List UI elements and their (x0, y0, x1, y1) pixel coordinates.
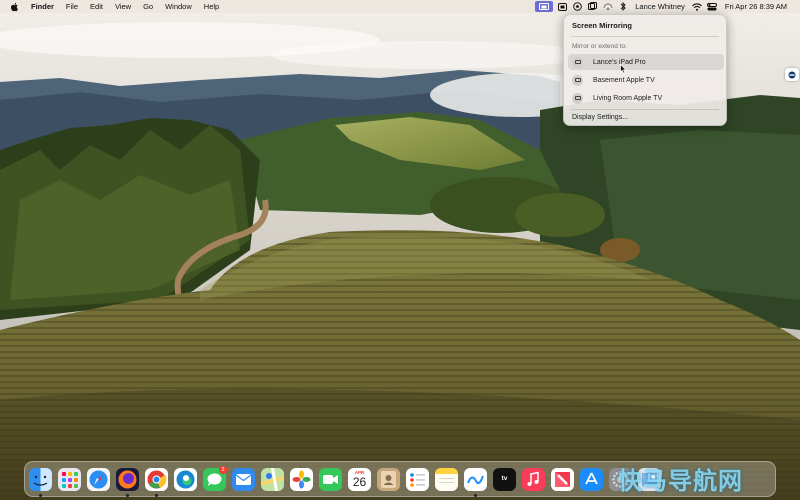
dock-edge[interactable] (174, 468, 197, 491)
messages-badge: 2 (219, 466, 227, 474)
notes-icon (435, 468, 458, 491)
device-label: Basement Apple TV (593, 76, 655, 84)
display-icon (572, 56, 583, 68)
menu-clock[interactable]: Fri Apr 26 8:39 AM (720, 0, 792, 13)
dock-tv[interactable]: tv (493, 468, 516, 491)
screen-mirroring-icon[interactable] (535, 1, 554, 12)
reminders-icon (406, 468, 429, 491)
running-indicator (155, 494, 158, 497)
device-label: Living Room Apple TV (593, 94, 663, 102)
menu-bar: Finder File Edit View Go Window Help Lan… (0, 0, 800, 13)
menu-view[interactable]: View (109, 0, 137, 13)
dock-music[interactable] (522, 468, 545, 491)
side-widget[interactable] (785, 68, 799, 81)
screen-mirroring-panel: Screen Mirroring Mirror or extend to: La… (563, 14, 727, 126)
panel-title: Screen Mirroring (572, 21, 633, 30)
dock-freeform[interactable] (464, 468, 487, 491)
firefox-icon (116, 468, 139, 491)
wifi-icon[interactable] (690, 0, 705, 13)
dock-app-store[interactable] (580, 468, 603, 491)
music-icon (522, 468, 545, 491)
tv-label: tv (501, 475, 508, 482)
watermark: 快马导航网 (618, 467, 743, 495)
dock-news[interactable] (551, 468, 574, 491)
dock-chrome[interactable] (145, 468, 168, 491)
dock-finder[interactable] (29, 468, 52, 491)
dock-maps[interactable] (261, 468, 284, 491)
appletv-icon (572, 92, 583, 104)
facetime-icon (319, 468, 342, 491)
display-settings-link[interactable]: Display Settings... (572, 114, 628, 121)
menu-edit[interactable]: Edit (84, 0, 109, 13)
running-indicator (126, 494, 129, 497)
dock-notes[interactable] (435, 468, 458, 491)
launchpad-icon (58, 468, 81, 491)
panel-divider (571, 36, 719, 37)
menu-file[interactable]: File (60, 0, 84, 13)
menu-go[interactable]: Go (137, 0, 159, 13)
freeform-icon (464, 468, 487, 491)
airplay-icon[interactable] (600, 0, 615, 13)
widget-icon (788, 71, 796, 78)
appletv-icon (572, 74, 583, 86)
calendar-day: 26 (352, 475, 367, 489)
running-indicator (39, 494, 42, 497)
dock-safari[interactable] (87, 468, 110, 491)
app-store-icon (580, 468, 603, 491)
edge-icon (174, 468, 197, 491)
device-basement-apple-tv[interactable]: Basement Apple TV (568, 72, 724, 88)
control-center-icon[interactable] (705, 0, 720, 13)
safari-icon (87, 468, 110, 491)
dock-facetime[interactable] (319, 468, 342, 491)
bluetooth-icon[interactable] (615, 0, 630, 13)
menu-help[interactable]: Help (198, 0, 225, 13)
maps-icon (261, 468, 284, 491)
chrome-icon (145, 468, 168, 491)
clipboard-icon[interactable] (585, 0, 600, 13)
photos-icon (290, 468, 313, 491)
dock-firefox[interactable] (116, 468, 139, 491)
section-label: Mirror or extend to: (572, 43, 627, 50)
device-ipad-pro[interactable]: Lance's iPad Pro (568, 54, 724, 70)
user-name[interactable]: Lance Whitney (630, 0, 690, 13)
dock-launchpad[interactable] (58, 468, 81, 491)
menu-app-name[interactable]: Finder (25, 0, 60, 13)
dock-calendar[interactable]: APR 26 (348, 468, 371, 491)
menu-window[interactable]: Window (159, 0, 198, 13)
dock-mail[interactable] (232, 468, 255, 491)
news-icon (551, 468, 574, 491)
keyboard-icon[interactable] (555, 0, 570, 13)
dock-photos[interactable] (290, 468, 313, 491)
finder-icon (29, 468, 52, 491)
vpn-icon[interactable] (570, 0, 585, 13)
contacts-icon (377, 468, 400, 491)
apple-menu-icon[interactable] (10, 2, 19, 12)
mail-icon (232, 468, 255, 491)
dock-contacts[interactable] (377, 468, 400, 491)
device-living-room-apple-tv[interactable]: Living Room Apple TV (568, 90, 724, 106)
mouse-pointer-icon (620, 64, 627, 74)
panel-divider (571, 109, 719, 110)
running-indicator (474, 494, 477, 497)
dock-reminders[interactable] (406, 468, 429, 491)
